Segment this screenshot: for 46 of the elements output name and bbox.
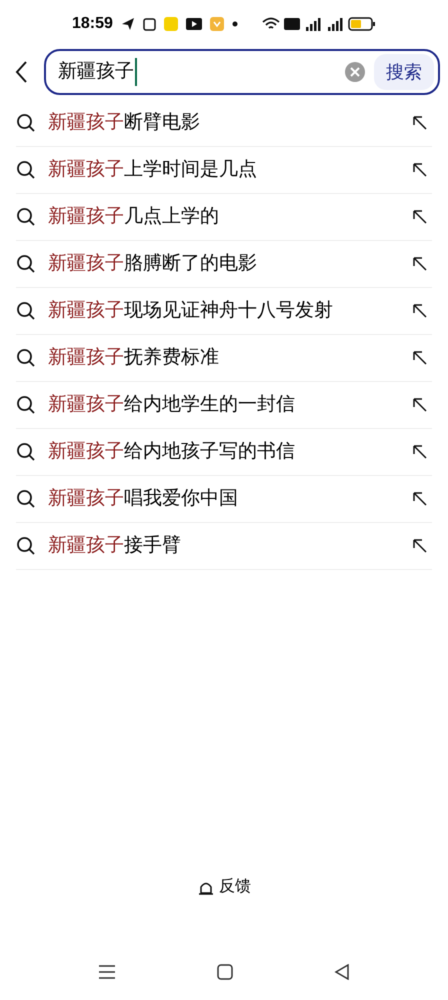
arrow-up-left-icon[interactable] xyxy=(412,397,428,413)
search-icon xyxy=(16,536,36,556)
arrow-up-left-icon[interactable] xyxy=(412,538,428,554)
signal-icon xyxy=(326,17,344,31)
search-text: 新疆孩子 xyxy=(58,58,137,86)
search-icon xyxy=(16,442,36,462)
search-icon xyxy=(16,489,36,509)
signal-icon xyxy=(304,17,322,31)
arrow-up-left-icon[interactable] xyxy=(412,491,428,507)
search-icon xyxy=(16,207,36,227)
home-icon[interactable] xyxy=(216,964,233,980)
suggestion-item[interactable]: 新疆孩子唱我爱你中国 xyxy=(48,484,412,514)
search-icon xyxy=(16,254,36,274)
search-button[interactable]: 搜索 xyxy=(374,54,434,90)
arrow-up-left-icon[interactable] xyxy=(412,115,428,131)
suggestion-item[interactable]: 新疆孩子胳膊断了的电影 xyxy=(48,250,412,278)
clock-time: 18:59 xyxy=(72,14,113,34)
arrow-up-left-icon[interactable] xyxy=(412,209,428,225)
wifi-icon xyxy=(262,17,280,31)
search-icon xyxy=(16,113,36,133)
suggestion-item[interactable]: 新疆孩子接手臂 xyxy=(48,532,412,560)
dot-icon xyxy=(232,21,238,27)
search-field[interactable]: 新疆孩子 搜索 xyxy=(44,49,440,95)
suggestion-item[interactable]: 新疆孩子上学时间是几点 xyxy=(48,156,412,184)
arrow-up-left-icon[interactable] xyxy=(412,162,428,178)
arrow-up-left-icon[interactable] xyxy=(412,350,428,366)
clear-icon[interactable] xyxy=(344,61,366,83)
suggestion-item[interactable]: 新疆孩子给内地孩子写的书信 xyxy=(48,438,412,466)
back-icon[interactable] xyxy=(334,964,350,980)
search-icon xyxy=(16,160,36,180)
suggestion-item[interactable]: 新疆孩子给内地学生的一封信 xyxy=(48,390,412,420)
arrow-up-left-icon[interactable] xyxy=(412,444,428,460)
suggestion-item[interactable]: 新疆孩子几点上学的 xyxy=(48,202,412,232)
feedback-button[interactable]: 反馈 xyxy=(219,875,251,899)
search-icon xyxy=(16,301,36,321)
arrow-up-left-icon[interactable] xyxy=(412,303,428,319)
suggestion-item[interactable]: 新疆孩子现场见证神舟十八号发射 xyxy=(48,296,412,326)
arrow-up-left-icon[interactable] xyxy=(412,256,428,272)
search-icon xyxy=(16,395,36,415)
suggestion-item[interactable]: 新疆孩子断臂电影 xyxy=(48,108,412,138)
paper-plane-icon xyxy=(120,17,135,31)
search-icon xyxy=(16,348,36,368)
suggestion-item[interactable]: 新疆孩子抚养费标准 xyxy=(48,344,412,372)
menu-icon[interactable] xyxy=(98,964,116,980)
video-icon xyxy=(186,18,202,30)
battery-icon xyxy=(348,17,376,31)
